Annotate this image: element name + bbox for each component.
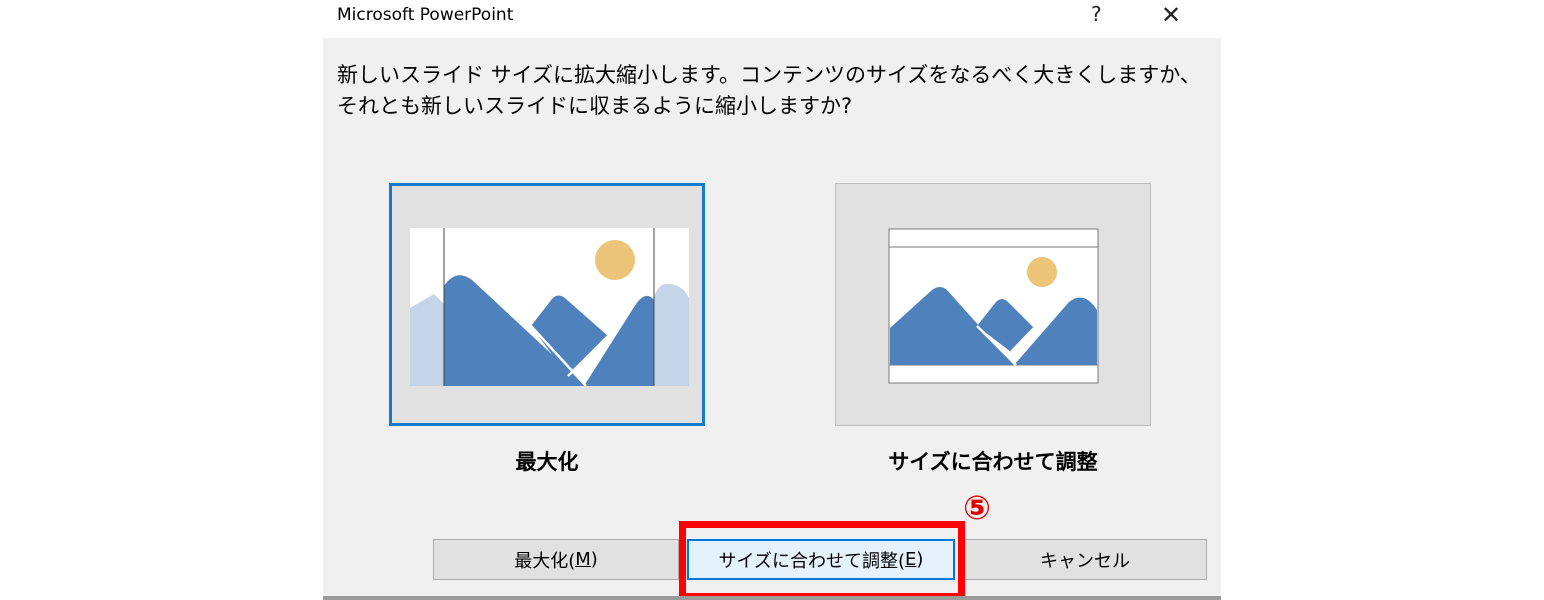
dialog-message: 新しいスライド サイズに拡大縮小します。コンテンツのサイズをなるべく大きくします… <box>337 60 1201 122</box>
maximize-button-accesskey: M <box>575 549 591 570</box>
help-button[interactable]: ? <box>1091 2 1102 26</box>
close-button[interactable]: ✕ <box>1161 1 1181 29</box>
cancel-button[interactable]: キャンセル <box>963 539 1207 580</box>
fit-option[interactable] <box>835 183 1151 426</box>
maximize-button-text: 最大化( <box>514 550 576 572</box>
message-line-1: 新しいスライド サイズに拡大縮小します。コンテンツのサイズをなるべく大きくします… <box>337 63 1201 87</box>
message-line-2: それとも新しいスライドに収まるように縮小しますか? <box>337 94 853 118</box>
maximize-button-text-end: ) <box>590 549 598 570</box>
maximize-option-label: 最大化 <box>515 450 579 474</box>
fit-preview-icon <box>888 228 1099 384</box>
window-title: Microsoft PowerPoint <box>337 5 514 25</box>
fit-option-label: サイズに合わせて調整 <box>888 450 1098 474</box>
title-bar: Microsoft PowerPoint ? ✕ <box>323 0 1221 38</box>
maximize-preview-icon <box>410 228 689 387</box>
step-marker: ⑤ <box>963 488 991 527</box>
dialog-bottom-border <box>323 596 1221 600</box>
maximize-option[interactable] <box>389 183 705 426</box>
dialog-body: 新しいスライド サイズに拡大縮小します。コンテンツのサイズをなるべく大きくします… <box>323 38 1221 600</box>
maximize-button[interactable]: 最大化(M) <box>433 539 679 580</box>
highlight-box <box>679 521 965 600</box>
